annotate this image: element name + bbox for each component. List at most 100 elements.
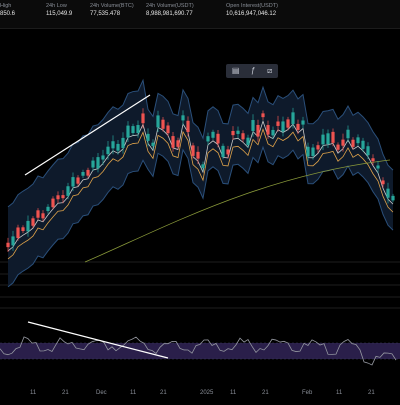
candle-body <box>151 142 155 147</box>
time-axis-label: 11 <box>336 390 343 396</box>
candle-body <box>31 218 35 226</box>
stat-24h-volume-btc: 24h Volume(BTC) 77,535.478 <box>90 2 134 19</box>
candle-body <box>281 121 285 132</box>
stat-label: 24h Volume(BTC) <box>90 3 134 9</box>
candle-body <box>276 121 280 126</box>
candle-body <box>41 213 45 219</box>
chart-toolbar: ▤ ƒ ⧄ <box>226 64 278 78</box>
candle-body <box>171 136 175 148</box>
candle-body <box>341 139 345 146</box>
candle-body <box>251 120 255 132</box>
candle-body <box>391 195 395 201</box>
candle-body <box>176 140 180 147</box>
market-stats-bar: High 850.6 24h Low 115,049.9 24h Volume(… <box>0 0 400 29</box>
stat-24h-volume-usdt: 24h Volume(USDT) 8,988,981,690.77 <box>146 2 194 19</box>
time-axis-label: Dec <box>96 390 107 396</box>
candle-body <box>126 125 130 138</box>
stat-label: Open Interest(USDT) <box>226 3 278 9</box>
long-moving-average-line <box>84 159 391 263</box>
candle-body <box>166 125 170 134</box>
candle-body <box>196 151 200 159</box>
time-axis-label: 2025 <box>200 390 214 396</box>
price-chart-area[interactable] <box>0 28 400 400</box>
candle-body <box>286 119 290 128</box>
stat-24h-low: 24h Low 115,049.9 <box>46 2 72 19</box>
candle-body <box>201 164 205 169</box>
candle-body <box>366 146 370 156</box>
candle-body <box>386 188 390 198</box>
candle-body <box>346 129 350 139</box>
candle-body <box>261 113 265 118</box>
stat-value: 77,535.478 <box>90 11 121 17</box>
candle-body <box>66 186 70 196</box>
candle-body <box>81 172 85 176</box>
candle-body <box>211 131 215 138</box>
chart-style-icon[interactable]: ▤ <box>232 64 240 78</box>
candle-body <box>141 113 145 124</box>
candle-body <box>231 131 235 136</box>
candle-body <box>301 120 305 125</box>
candle-body <box>371 158 375 162</box>
candle-body <box>71 177 75 187</box>
candle-body <box>46 206 50 212</box>
candle-body <box>156 115 160 128</box>
time-axis-label: 21 <box>368 390 375 396</box>
candle-body <box>266 125 270 135</box>
candle-body <box>241 133 245 140</box>
candle-body <box>16 227 20 238</box>
candle-body <box>181 115 185 121</box>
stat-label: 24h Volume(USDT) <box>146 3 194 9</box>
candle-body <box>56 195 60 200</box>
candle-body <box>6 242 10 248</box>
candle-body <box>331 131 335 143</box>
candle-body <box>356 137 360 144</box>
candle-body <box>271 129 275 136</box>
drawing-icon[interactable]: ⧄ <box>267 64 272 78</box>
stat-value: 10,616,947,046.12 <box>226 11 277 17</box>
time-axis-label: 21 <box>262 390 269 396</box>
candle-body <box>306 146 310 157</box>
candle-body <box>36 210 40 218</box>
stat-value: 850.6 <box>0 11 16 17</box>
candle-body <box>76 177 80 184</box>
candle-body <box>86 169 90 176</box>
candle-body <box>186 120 190 132</box>
stat-label: 24h Low <box>46 3 67 9</box>
candle-body <box>91 160 95 168</box>
candle-body <box>236 130 240 134</box>
candle-body <box>51 198 55 208</box>
candle-body <box>136 125 140 134</box>
candle-body <box>111 141 115 149</box>
candle-body <box>381 180 385 185</box>
candle-body <box>61 195 65 199</box>
time-axis-label: Feb <box>302 390 313 396</box>
stat-label: High <box>0 3 12 9</box>
candle-body <box>321 134 325 145</box>
candle-body <box>101 155 105 160</box>
stat-value: 115,049.9 <box>46 11 73 17</box>
candlestick-chart[interactable] <box>0 28 400 400</box>
candle-body <box>326 133 330 145</box>
time-axis-label: 11 <box>30 390 37 396</box>
candle-body <box>116 143 120 151</box>
candle-body <box>146 133 150 141</box>
candle-body <box>21 227 25 232</box>
stat-high: High 850.6 <box>0 2 15 19</box>
stat-open-interest: Open Interest(USDT) 10,616,947,046.12 <box>226 2 278 19</box>
candle-body <box>131 126 135 134</box>
candle-body <box>26 220 30 232</box>
candle-body <box>246 137 250 146</box>
candle-body <box>256 124 260 137</box>
candle-body <box>361 140 365 149</box>
candle-body <box>191 145 195 156</box>
candle-body <box>221 145 225 157</box>
bollinger-band-fill <box>8 80 393 287</box>
candle-body <box>376 165 380 169</box>
candle-body <box>336 144 340 150</box>
candle-body <box>11 236 15 246</box>
candle-body <box>206 136 210 142</box>
indicator-icon[interactable]: ƒ <box>251 64 255 78</box>
candle-body <box>316 145 320 150</box>
time-axis-label: 21 <box>160 390 167 396</box>
candle-body <box>161 119 165 129</box>
